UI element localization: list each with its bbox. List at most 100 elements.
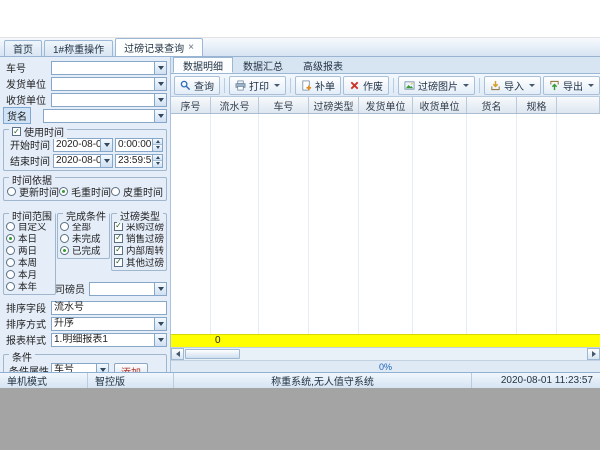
end-time-spinner[interactable]: 23:59:59 — [115, 154, 163, 168]
chevron-down-icon[interactable] — [96, 364, 108, 372]
radio-icon — [6, 270, 15, 279]
radio-icon — [60, 246, 69, 255]
chevron-down-icon[interactable] — [154, 110, 166, 122]
column-header-goods[interactable]: 货名 — [467, 97, 517, 113]
end-date-value: 2020-08-01 — [54, 155, 100, 167]
radio-icon — [6, 246, 15, 255]
radio-gross-time[interactable]: 毛重时间 — [59, 185, 111, 198]
print-button[interactable]: 打印 — [229, 76, 286, 95]
vehicle-combo[interactable] — [51, 61, 167, 75]
sort-order-label: 排序方式 — [3, 316, 51, 331]
use-time-group: 使用时间 开始时间 2020-08-01 0:00:00 — [3, 129, 167, 171]
checkbox-icon — [114, 234, 123, 243]
receiver-combo[interactable] — [51, 93, 167, 107]
void-button[interactable]: 作废 — [343, 76, 389, 95]
report-style-combo[interactable]: 1.明细报表1 — [51, 333, 167, 347]
checkbox-icon — [12, 127, 21, 136]
tab-record-query[interactable]: 过磅记录查询 × — [115, 38, 203, 56]
column-header-shipper[interactable]: 发货单位 — [359, 97, 413, 113]
column-header-seq[interactable]: 序号 — [171, 97, 211, 113]
radio-tare-time[interactable]: 皮重时间 — [111, 185, 163, 198]
tab-data-summary[interactable]: 数据汇总 — [233, 58, 293, 73]
use-time-label: 使用时间 — [24, 124, 64, 139]
chevron-down-icon[interactable] — [100, 139, 112, 151]
spinner-arrows-icon[interactable] — [152, 155, 162, 167]
tab-weigh-operation-label: 1#称重操作 — [53, 41, 104, 56]
weigh-type-column: 过磅类型 采购过磅 销售过磅 内部周转 其他过磅 — [111, 208, 167, 271]
scroll-right-icon[interactable] — [587, 348, 600, 360]
chevron-down-icon — [529, 84, 535, 87]
chevron-down-icon[interactable] — [154, 94, 166, 106]
chevron-down-icon[interactable] — [154, 283, 166, 295]
toolbar-separator — [393, 78, 394, 93]
top-strip — [0, 0, 600, 38]
start-time-spinner[interactable]: 0:00:00 — [115, 138, 163, 152]
column-header-vehicle[interactable]: 车号 — [259, 97, 309, 113]
column-header-spec[interactable]: 规格 — [517, 97, 557, 113]
weigh-photos-button[interactable]: 过磅图片 — [398, 76, 475, 95]
scroll-left-icon[interactable] — [171, 348, 184, 360]
chevron-down-icon[interactable] — [154, 78, 166, 90]
radio-icon — [60, 222, 69, 231]
close-icon[interactable]: × — [188, 43, 194, 53]
end-date-picker[interactable]: 2020-08-01 — [53, 154, 113, 168]
start-date-value: 2020-08-01 — [54, 139, 100, 151]
grid-body[interactable] — [171, 114, 600, 334]
chevron-down-icon[interactable] — [154, 318, 166, 330]
toolbar-separator — [479, 78, 480, 93]
progress-value: 0% — [379, 362, 392, 372]
time-range-group: 时间范围 自定义 本日 两日 本周 本月 本年 — [3, 213, 56, 295]
tab-advanced-report[interactable]: 高级报表 — [293, 58, 353, 73]
condition-title: 条件 — [9, 349, 35, 364]
operator-combo[interactable] — [89, 282, 167, 296]
grid-header: 序号 流水号 车号 过磅类型 发货单位 收货单位 货名 规格 — [171, 97, 600, 114]
import-button[interactable]: 导入 — [484, 76, 541, 95]
add-condition-button[interactable]: 添加 — [114, 363, 148, 373]
sort-order-combo[interactable]: 升序 — [51, 317, 167, 331]
goods-label: 货名 — [3, 107, 31, 124]
radio-finished[interactable]: 已完成 — [60, 244, 107, 256]
column-header-receiver[interactable]: 收货单位 — [413, 97, 467, 113]
condition-attr-value: 车号 — [52, 364, 96, 372]
column-header-weigh-type[interactable]: 过磅类型 — [309, 97, 359, 113]
spinner-arrows-icon[interactable] — [152, 139, 162, 151]
shipper-combo[interactable] — [51, 77, 167, 91]
progress-strip: 0% — [171, 360, 600, 372]
query-button[interactable]: 查询 — [174, 76, 220, 95]
radio-gross-time-label: 毛重时间 — [71, 184, 111, 199]
chevron-down-icon[interactable] — [100, 155, 112, 167]
chevron-down-icon[interactable] — [154, 62, 166, 74]
receiver-label: 收货单位 — [3, 92, 51, 107]
radio-icon — [6, 258, 15, 267]
use-time-checkbox[interactable]: 使用时间 — [9, 124, 67, 139]
printer-icon — [235, 80, 246, 91]
horizontal-scrollbar[interactable] — [171, 347, 600, 360]
time-range-column: 时间范围 自定义 本日 两日 本周 本月 本年 — [3, 208, 56, 295]
export-button[interactable]: 导出 — [543, 76, 600, 95]
goods-combo[interactable] — [43, 109, 167, 123]
chevron-down-icon[interactable] — [154, 334, 166, 346]
chevron-down-icon — [274, 84, 280, 87]
screen: 首页 1#称重操作 过磅记录查询 × 车号 — [0, 0, 600, 450]
sort-field-value[interactable]: 流水号 — [51, 301, 167, 315]
tab-weigh-operation[interactable]: 1#称重操作 — [44, 40, 113, 56]
report-style-value: 1.明细报表1 — [52, 334, 154, 346]
data-panel: 数据明细 数据汇总 高级报表 查询 打印 — [170, 57, 600, 372]
sort-order-row: 排序方式 升序 — [3, 316, 167, 331]
checkbox-icon — [114, 246, 123, 255]
radio-icon — [60, 234, 69, 243]
summary-count: 0 — [215, 336, 221, 346]
tab-data-detail[interactable]: 数据明细 — [173, 57, 233, 73]
vehicle-label: 车号 — [3, 60, 51, 75]
scrollbar-thumb[interactable] — [185, 349, 240, 359]
supplement-button[interactable]: 补单 — [295, 76, 341, 95]
start-date-picker[interactable]: 2020-08-01 — [53, 138, 113, 152]
column-header-serial[interactable]: 流水号 — [211, 97, 259, 113]
goods-filter-row: 货名 — [3, 108, 167, 123]
condition-attr-combo[interactable]: 车号 — [51, 363, 109, 372]
tab-record-query-label: 过磅记录查询 — [124, 40, 184, 55]
search-icon — [180, 80, 191, 91]
checkbox-other-weigh[interactable]: 其他过磅 — [114, 256, 164, 268]
tab-home[interactable]: 首页 — [4, 40, 42, 56]
radio-this-year[interactable]: 本年 — [6, 280, 53, 292]
